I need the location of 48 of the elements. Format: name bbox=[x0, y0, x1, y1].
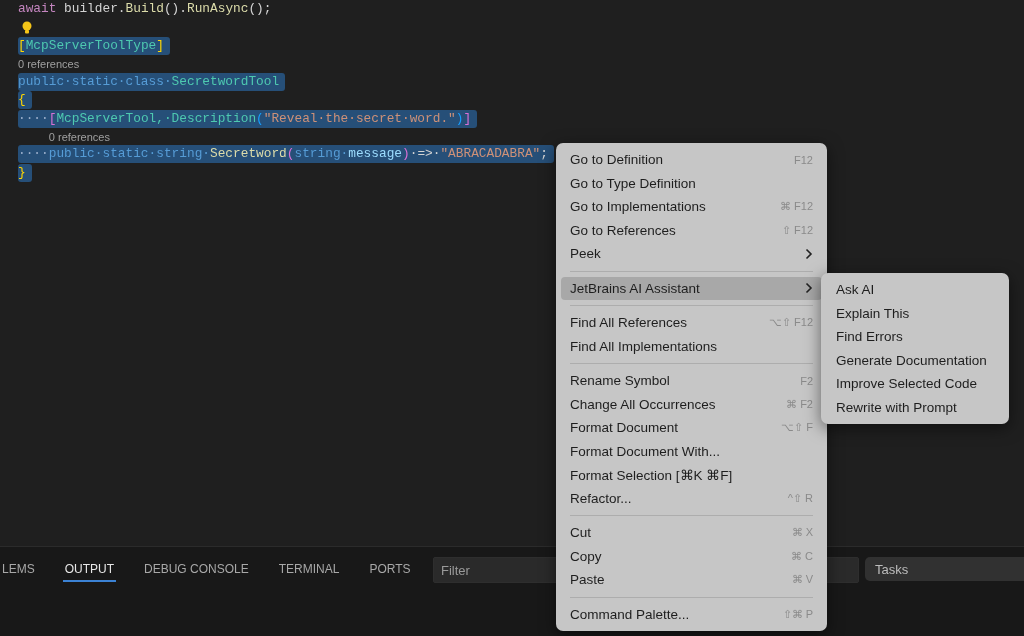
menu-item[interactable]: Format Selection [⌘K ⌘F] bbox=[561, 463, 822, 487]
panel-tab[interactable]: TERMINAL bbox=[276, 557, 342, 582]
shortcut-label: ^⇧ R bbox=[787, 491, 813, 505]
menu-item[interactable]: Format Document With... bbox=[561, 439, 822, 463]
menu-item[interactable]: Go to Type Definition bbox=[561, 171, 822, 195]
menu-item[interactable]: Refactor... ^⇧ R bbox=[561, 486, 822, 510]
menu-item[interactable]: Find All References ⌥⇧ F12 bbox=[561, 311, 822, 335]
panel-tab[interactable]: DEBUG CONSOLE bbox=[142, 557, 251, 582]
menu-item[interactable]: Go to Implementations ⌘ F12 bbox=[561, 195, 822, 219]
menu-item[interactable]: Go to References ⇧ F12 bbox=[561, 218, 822, 242]
menu-item[interactable]: Find Errors bbox=[831, 325, 1004, 349]
shortcut-label: ⌥⇧ F bbox=[781, 421, 813, 435]
menu-item[interactable]: Format Document ⌥⇧ F bbox=[561, 416, 822, 440]
chevron-icon bbox=[805, 247, 813, 260]
shortcut-label: ⌘ V bbox=[791, 573, 813, 587]
task-dropdown[interactable]: Tasks bbox=[865, 557, 1024, 581]
menu-item[interactable]: Find All Implementations bbox=[561, 334, 822, 358]
shortcut-label: ⌘ C bbox=[791, 549, 813, 563]
menu-item[interactable]: Generate Documentation bbox=[831, 348, 1004, 372]
menu-item[interactable]: Rewrite with Prompt bbox=[831, 395, 1004, 419]
lightbulb-icon[interactable] bbox=[21, 20, 33, 35]
panel-tab[interactable]: PORTS bbox=[367, 557, 413, 582]
shortcut-label: F2 bbox=[800, 374, 813, 387]
reference-count[interactable]: 0 references bbox=[18, 58, 80, 70]
menu-item[interactable]: Go to Definition F12 bbox=[561, 148, 822, 172]
shortcut-label: ⇧ F12 bbox=[782, 223, 813, 237]
menu-item[interactable]: Improve Selected Code bbox=[831, 372, 1004, 396]
shortcut-label: F12 bbox=[794, 153, 813, 166]
menu-item[interactable]: Copy ⌘ C bbox=[561, 544, 822, 568]
menu-item[interactable]: JetBrains AI Assistant bbox=[561, 276, 822, 300]
menu-item[interactable]: Rename Symbol F2 bbox=[561, 369, 822, 393]
shortcut-label: ⇧⌘ P bbox=[782, 607, 813, 621]
menu-item[interactable]: Cut ⌘ X bbox=[561, 521, 822, 545]
menu-item[interactable]: Ask AI bbox=[831, 278, 1004, 302]
panel-tab[interactable]: OUTPUT bbox=[62, 557, 117, 582]
shortcut-label: ⌥⇧ F12 bbox=[769, 316, 813, 330]
chevron-icon bbox=[805, 282, 813, 295]
reference-count[interactable]: 0 references bbox=[48, 130, 110, 143]
panel-tab[interactable]: LEMS bbox=[0, 557, 37, 582]
shortcut-label: ⌘ X bbox=[791, 526, 813, 540]
code-line: await builder.Build().RunAsync(); bbox=[18, 0, 272, 19]
shortcut-label: ⌘ F12 bbox=[780, 200, 813, 214]
menu-item[interactable]: Change All Occurrences ⌘ F2 bbox=[561, 392, 822, 416]
menu-item[interactable]: Command Palette... ⇧⌘ P bbox=[561, 602, 822, 626]
menu-item[interactable]: Explain This bbox=[831, 301, 1004, 325]
menu-item[interactable]: Peek bbox=[561, 242, 822, 266]
shortcut-label: ⌘ F2 bbox=[786, 397, 813, 411]
menu-item[interactable]: Paste ⌘ V bbox=[561, 568, 822, 592]
